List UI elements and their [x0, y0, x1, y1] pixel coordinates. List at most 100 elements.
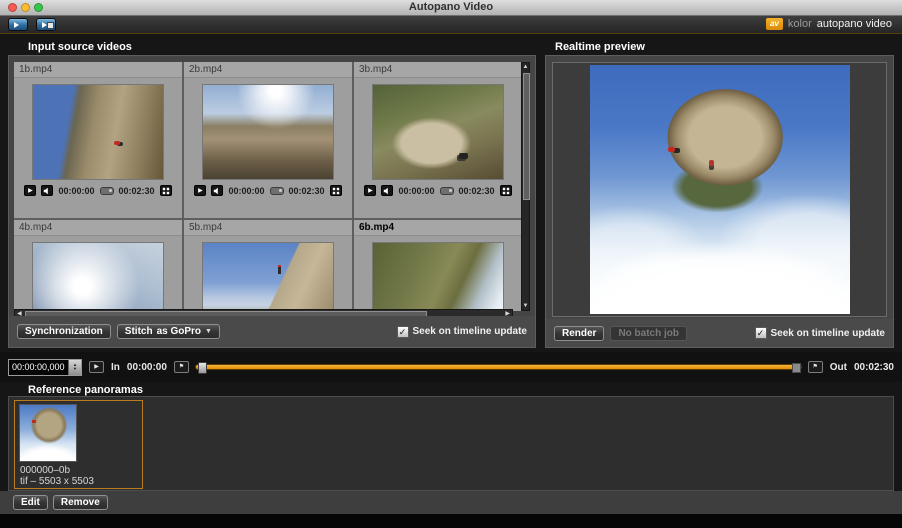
audio-icon[interactable] — [41, 185, 53, 196]
video-thumbnail — [372, 242, 504, 311]
reference-panel-footer: Edit Remove — [0, 491, 902, 514]
timecode-stepper[interactable]: ▲ ▼ — [68, 360, 81, 375]
toolbar: av kolor autopano video — [0, 16, 902, 34]
reference-panel-title: Reference panoramas — [28, 384, 143, 396]
reference-panorama-list: 000000–0b tif – 5503 x 5503 — [8, 396, 894, 491]
add-videos-icon[interactable] — [36, 18, 56, 31]
playhead-handle[interactable] — [198, 362, 207, 374]
video-start-time: 00:00:00 — [228, 186, 264, 196]
scroll-down-icon[interactable]: ▼ — [522, 302, 529, 310]
video-cell-6b[interactable]: 6b.mp4 — [354, 220, 522, 311]
timeline-bar: 00:00:00,000 ▲ ▼ ▶ In 00:00:00 ⚑ ⚑ Out 0… — [0, 352, 902, 382]
window-bottom-margin — [0, 514, 902, 528]
titlebar: Autopano Video — [0, 0, 902, 16]
chevron-down-icon: ▼ — [205, 328, 212, 335]
fullscreen-icon[interactable] — [160, 185, 172, 196]
preview-panel-footer: Render No batch job ✓ Seek on timeline u… — [546, 319, 893, 347]
out-point-marker[interactable] — [792, 363, 801, 373]
seek-timeline-checkbox-left[interactable]: ✓ Seek on timeline update — [397, 326, 527, 338]
fullscreen-icon[interactable] — [500, 185, 512, 196]
set-in-point-button[interactable]: ⚑ — [174, 361, 189, 373]
video-end-time: 00:02:30 — [459, 186, 495, 196]
app-window: Autopano Video av kolor autopano video I… — [0, 0, 902, 528]
reference-panorama-info: tif – 5503 x 5503 — [20, 476, 94, 487]
timecode-value[interactable]: 00:00:00,000 — [9, 360, 68, 375]
checkbox-label: Seek on timeline update — [413, 326, 527, 337]
add-badge-icon — [47, 22, 54, 29]
av-logo-icon: av — [766, 18, 783, 30]
video-start-time: 00:00:00 — [58, 186, 94, 196]
video-end-time: 00:02:30 — [119, 186, 155, 196]
synchronization-button[interactable]: Synchronization — [17, 324, 111, 339]
video-filename: 1b.mp4 — [14, 62, 182, 78]
checkbox-check-icon: ✓ — [397, 326, 409, 338]
window-title: Autopano Video — [0, 1, 902, 13]
video-thumbnail — [32, 242, 164, 311]
in-label: In — [111, 362, 120, 373]
goto-in-button[interactable]: ▶ — [89, 361, 104, 373]
sync-toggle-icon[interactable] — [100, 187, 114, 195]
video-cell-2b[interactable]: 2b.mp4 ▶ 00:00:00 00:02:30 — [184, 62, 352, 218]
in-time: 00:00:00 — [127, 362, 167, 373]
audio-icon[interactable] — [211, 185, 223, 196]
reference-panorama-item[interactable]: 000000–0b tif – 5503 x 5503 — [14, 400, 143, 489]
vertical-scrollbar[interactable]: ▲ ▼ — [521, 62, 530, 311]
video-grid: 1b.mp4 ▶ 00:00:00 00:02:30 2b.mp4 — [14, 62, 522, 311]
open-videos-icon[interactable] — [8, 18, 28, 31]
remove-button[interactable]: Remove — [53, 495, 108, 510]
reference-panorama-thumbnail — [19, 404, 77, 462]
video-filename: 5b.mp4 — [184, 220, 352, 236]
brand-product: autopano video — [817, 18, 892, 30]
video-thumbnail — [32, 84, 164, 180]
stitch-button[interactable]: Stitch as GoPro ▼ — [117, 324, 220, 339]
play-icon[interactable]: ▶ — [194, 185, 206, 196]
video-start-time: 00:00:00 — [398, 186, 434, 196]
video-thumbnail — [202, 242, 334, 311]
stitch-mode-label: as GoPro — [157, 326, 201, 337]
input-panel: 1b.mp4 ▶ 00:00:00 00:02:30 2b.mp4 — [8, 55, 536, 348]
fullscreen-icon[interactable] — [330, 185, 342, 196]
video-filename: 4b.mp4 — [14, 220, 182, 236]
out-time: 00:02:30 — [854, 362, 894, 373]
sync-toggle-icon[interactable] — [440, 187, 454, 195]
brand-logo: av kolor autopano video — [766, 18, 892, 30]
render-button[interactable]: Render — [554, 326, 604, 341]
video-thumbnail — [372, 84, 504, 180]
spin-down-icon[interactable]: ▼ — [73, 367, 77, 371]
sync-toggle-icon[interactable] — [270, 187, 284, 195]
set-out-point-button[interactable]: ⚑ — [808, 361, 823, 373]
preview-panorama-image — [590, 65, 850, 314]
vertical-scroll-thumb[interactable] — [523, 73, 530, 200]
no-batch-job-button: No batch job — [610, 326, 687, 341]
video-filename: 6b.mp4 — [354, 220, 522, 236]
video-cell-1b[interactable]: 1b.mp4 ▶ 00:00:00 00:02:30 — [14, 62, 182, 218]
video-cell-3b[interactable]: 3b.mp4 ▶ 00:00:00 00:02:30 — [354, 62, 522, 218]
play-icon[interactable]: ▶ — [364, 185, 376, 196]
preview-viewport — [552, 62, 887, 317]
reference-panorama-name: 000000–0b — [20, 465, 70, 476]
preview-panel: Render No batch job ✓ Seek on timeline u… — [545, 55, 894, 348]
checkbox-label: Seek on timeline update — [771, 328, 885, 339]
edit-button[interactable]: Edit — [13, 495, 48, 510]
scroll-up-icon[interactable]: ▲ — [522, 63, 529, 71]
play-glyph-icon — [14, 22, 19, 28]
stitch-label: Stitch — [125, 326, 153, 337]
preview-panel-title: Realtime preview — [555, 41, 645, 53]
input-panel-footer: Synchronization Stitch as GoPro ▼ ✓ Seek… — [9, 316, 535, 347]
play-icon[interactable]: ▶ — [24, 185, 36, 196]
input-panel-title: Input source videos — [28, 41, 132, 53]
video-filename: 2b.mp4 — [184, 62, 352, 78]
timeline-slider[interactable] — [196, 360, 801, 374]
video-end-time: 00:02:30 — [289, 186, 325, 196]
out-label: Out — [830, 362, 847, 373]
checkbox-check-icon: ✓ — [755, 327, 767, 339]
timeline-track[interactable] — [196, 365, 801, 369]
seek-timeline-checkbox-right[interactable]: ✓ Seek on timeline update — [755, 327, 885, 339]
audio-icon[interactable] — [381, 185, 393, 196]
video-cell-4b[interactable]: 4b.mp4 — [14, 220, 182, 311]
video-cell-5b[interactable]: 5b.mp4 — [184, 220, 352, 311]
video-filename: 3b.mp4 — [354, 62, 522, 78]
timecode-spinbox[interactable]: 00:00:00,000 ▲ ▼ — [8, 359, 82, 376]
video-thumbnail — [202, 84, 334, 180]
brand-kolor: kolor — [788, 18, 812, 30]
